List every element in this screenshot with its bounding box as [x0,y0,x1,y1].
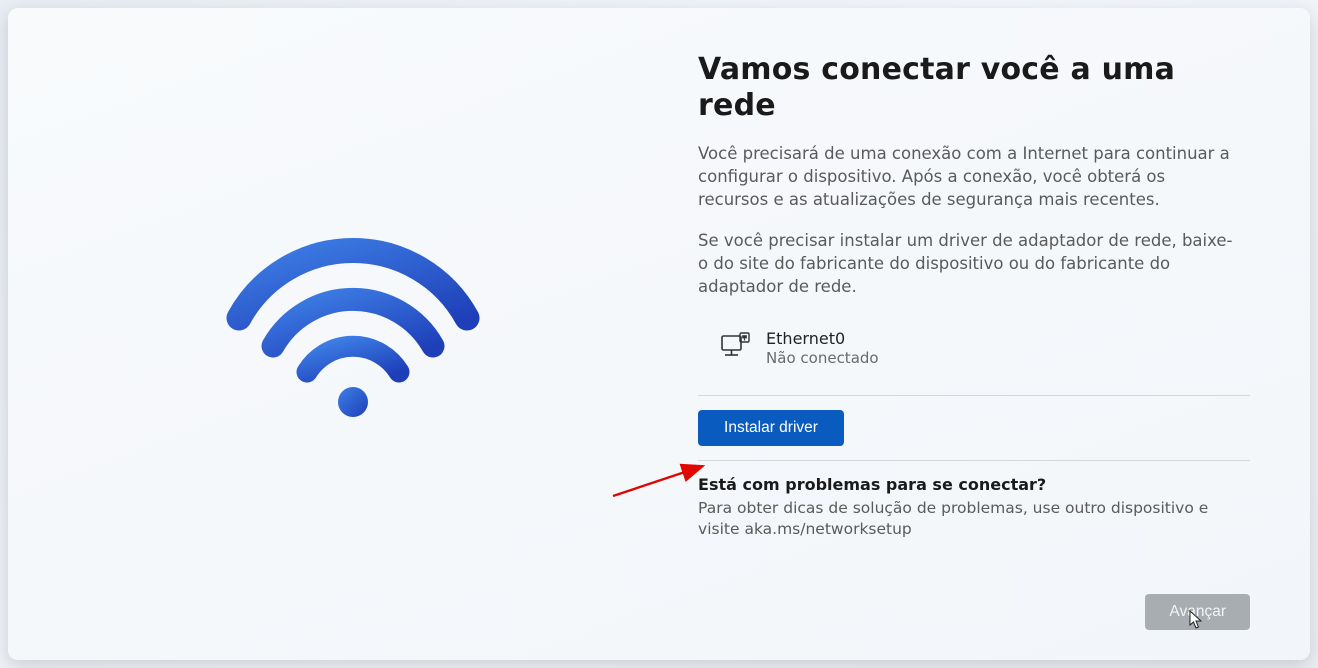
paragraph-1: Você precisará de uma conexão com a Inte… [698,142,1238,211]
troubleshoot-heading: Está com problemas para se conectar? [698,475,1238,494]
troubleshoot-text: Para obter dicas de solução de problemas… [698,498,1238,540]
page-title: Vamos conectar você a uma rede [698,52,1250,124]
install-driver-button[interactable]: Instalar driver [698,410,844,446]
wifi-icon [223,244,483,424]
network-name: Ethernet0 [766,329,879,349]
illustration-pane [8,8,698,660]
paragraph-2: Se você precisar instalar um driver de a… [698,229,1238,298]
network-item-ethernet0[interactable]: Ethernet0 Não conectado [720,329,1250,368]
network-status: Não conectado [766,349,879,368]
next-button[interactable]: Avançar [1145,594,1250,630]
ethernet-icon [720,332,750,364]
troubleshoot-section: Está com problemas para se conectar? Par… [698,461,1238,560]
next-button-label: Avançar [1169,603,1226,620]
content-pane: Vamos conectar você a uma rede Você prec… [698,8,1310,660]
setup-card: Vamos conectar você a uma rede Você prec… [8,8,1310,660]
